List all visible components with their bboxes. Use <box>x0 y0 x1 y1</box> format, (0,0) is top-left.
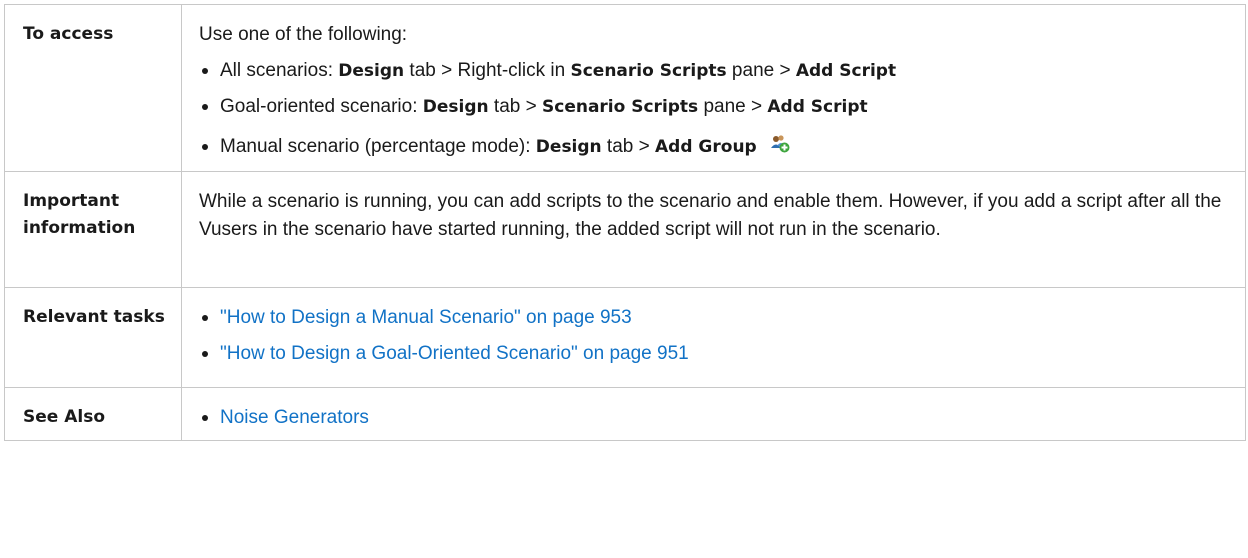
add-group-icon <box>769 134 791 154</box>
access-list: All scenarios: Design tab > Right-click … <box>199 57 1227 161</box>
access-item-text: tab > <box>601 136 656 157</box>
see-also-list: Noise Generators <box>199 404 1227 432</box>
access-item-text: pane > <box>698 96 768 117</box>
access-item-manual-scenario: Manual scenario (percentage mode): Desig… <box>199 133 1227 161</box>
important-information-text: While a scenario is running, you can add… <box>181 171 1246 288</box>
bullet-icon <box>202 315 208 321</box>
access-item-goal-oriented: Goal-oriented scenario: Design tab > Sce… <box>199 93 1227 121</box>
ui-term-design: Design <box>338 61 405 81</box>
access-item-all-scenarios: All scenarios: Design tab > Right-click … <box>199 57 1227 85</box>
access-item-text: tab > Right-click in <box>404 60 571 81</box>
relevant-task-item: "How to Design a Goal-Oriented Scenario"… <box>199 340 1227 368</box>
bullet-icon <box>202 104 208 110</box>
link-goal-oriented-scenario[interactable]: "How to Design a Goal-Oriented Scenario"… <box>220 343 689 364</box>
access-item-text: pane > <box>726 60 796 81</box>
bullet-icon <box>202 68 208 74</box>
row-important-information: Important information While a scenario i… <box>4 171 1246 288</box>
row-to-access: To access Use one of the following: All … <box>4 4 1246 172</box>
ui-term-add-group: Add Group <box>655 137 757 157</box>
see-also-item: Noise Generators <box>199 404 1227 432</box>
link-manual-scenario[interactable]: "How to Design a Manual Scenario" on pag… <box>220 307 632 328</box>
ui-term-scenario-scripts: Scenario Scripts <box>542 97 699 117</box>
ui-term-add-script: Add Script <box>767 97 868 117</box>
bullet-icon <box>202 144 208 150</box>
access-item-prefix: Goal-oriented scenario: <box>220 96 423 117</box>
relevant-task-item: "How to Design a Manual Scenario" on pag… <box>199 304 1227 332</box>
link-noise-generators[interactable]: Noise Generators <box>220 407 369 428</box>
row-relevant-tasks: Relevant tasks "How to Design a Manual S… <box>4 287 1246 388</box>
ui-term-design: Design <box>422 97 489 117</box>
access-item-prefix: All scenarios: <box>220 60 339 81</box>
ui-term-add-script: Add Script <box>795 61 897 81</box>
ui-term-scenario-scripts: Scenario Scripts <box>570 61 727 81</box>
access-item-text: tab > <box>488 96 542 117</box>
important-information-label: Important information <box>4 171 182 288</box>
relevant-tasks-label: Relevant tasks <box>4 287 182 388</box>
see-also-content: Noise Generators <box>181 387 1246 441</box>
reference-table: To access Use one of the following: All … <box>4 4 1246 441</box>
bullet-icon <box>202 351 208 357</box>
relevant-tasks-content: "How to Design a Manual Scenario" on pag… <box>181 287 1246 388</box>
access-item-prefix: Manual scenario (percentage mode): <box>220 136 536 157</box>
access-intro: Use one of the following: <box>199 24 408 45</box>
see-also-label: See Also <box>4 387 182 441</box>
relevant-tasks-list: "How to Design a Manual Scenario" on pag… <box>199 304 1227 368</box>
to-access-label: To access <box>4 4 182 172</box>
ui-term-design: Design <box>535 137 602 157</box>
row-see-also: See Also Noise Generators <box>4 387 1246 441</box>
bullet-icon <box>202 415 208 421</box>
to-access-content: Use one of the following: All scenarios:… <box>181 4 1246 172</box>
